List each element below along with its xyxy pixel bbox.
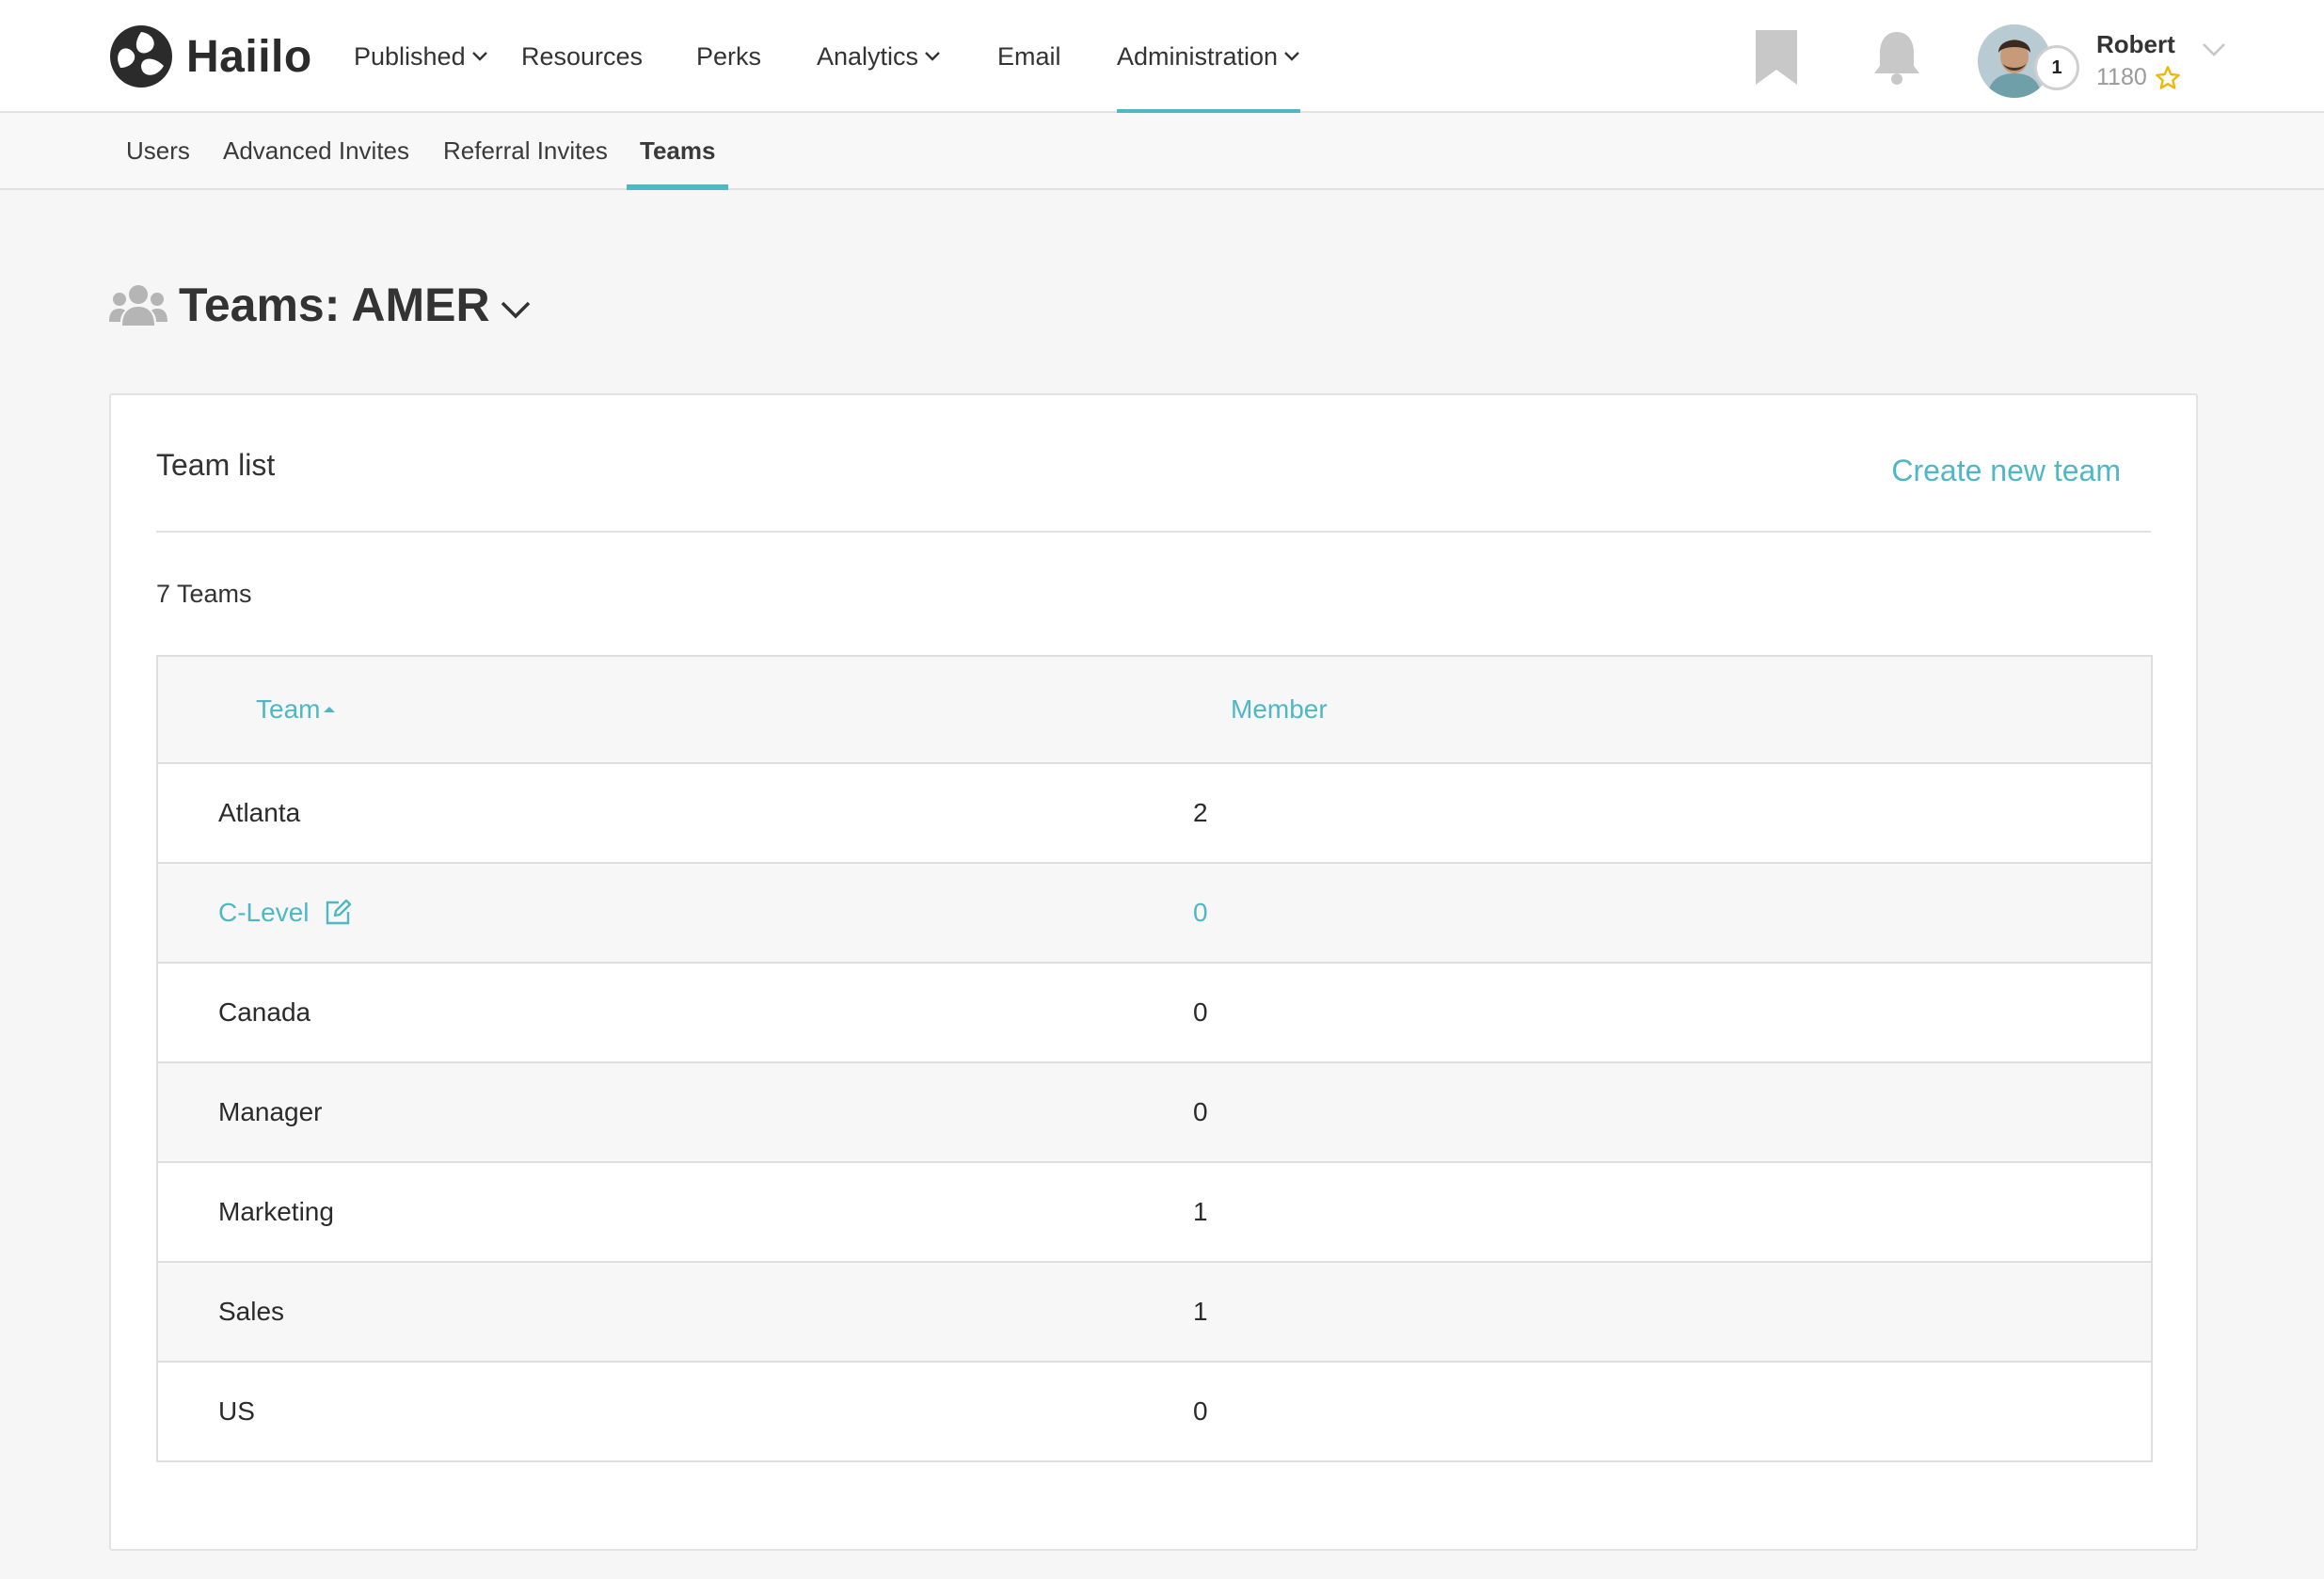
subnav-referral-invites[interactable]: Referral Invites [443, 113, 608, 188]
member-count: 0 [1193, 898, 1208, 927]
team-column-label: Team [256, 694, 321, 724]
page-header: Teams: AMER [109, 275, 532, 335]
team-name[interactable]: C-Level [218, 898, 309, 928]
nav-analytics[interactable]: Analytics [817, 0, 941, 113]
nav-email[interactable]: Email [997, 0, 1061, 113]
create-new-team-button[interactable]: Create new team [1891, 454, 2121, 488]
table-row[interactable]: US 0 [158, 1363, 2151, 1460]
bookmark-icon[interactable] [1756, 30, 1797, 85]
user-name[interactable]: Robert [2096, 30, 2175, 59]
sort-ascending-icon [324, 707, 336, 712]
chevron-down-icon [471, 52, 487, 61]
nav-administration-label: Administration [1117, 41, 1279, 71]
user-points: 1180 [2096, 64, 2181, 91]
logo-wordmark: Haiilo [186, 31, 312, 82]
member-count: 0 [1193, 1396, 1208, 1426]
nav-resources-label: Resources [521, 41, 644, 71]
haiilo-logo[interactable]: Haiilo [109, 24, 312, 88]
user-menu-chevron-icon[interactable] [2202, 41, 2226, 58]
team-name-cell: C-Level [218, 864, 352, 962]
nav-email-label: Email [997, 41, 1061, 71]
nav-resources[interactable]: Resources [521, 0, 643, 113]
team-list-card: Team list Create new team 7 Teams Team M… [109, 393, 2198, 1551]
chevron-down-icon [1284, 52, 1299, 61]
table-row[interactable]: C-Level 0 [158, 864, 2151, 964]
team-name[interactable]: Canada [218, 964, 310, 1061]
member-column-header[interactable]: Member [1231, 657, 1328, 762]
star-icon [2155, 65, 2180, 89]
team-name[interactable]: Marketing [218, 1163, 334, 1261]
member-count: 0 [1193, 1097, 1208, 1126]
page-title: Teams: AMER [179, 279, 490, 331]
subnav-teams[interactable]: Teams [626, 113, 729, 190]
card-title: Team list [156, 448, 276, 482]
team-count: 7 Teams [156, 580, 252, 608]
table-row[interactable]: Canada 0 [158, 964, 2151, 1063]
nav-published-label: Published [354, 41, 466, 71]
nav-perks-label: Perks [696, 41, 762, 71]
nav-perks[interactable]: Perks [696, 0, 761, 113]
team-name[interactable]: Sales [218, 1263, 284, 1361]
nav-published[interactable]: Published [354, 0, 488, 113]
user-points-value: 1180 [2096, 64, 2147, 90]
user-avatar[interactable]: 1 [1978, 24, 2079, 98]
teams-table: Team Member Atlanta 2 C-Level 0 Canada 0… [156, 655, 2153, 1462]
sub-navigation-bar: Users Advanced Invites Referral Invites … [0, 113, 2324, 190]
edit-icon[interactable] [324, 899, 352, 927]
subnav-users[interactable]: Users [126, 113, 190, 188]
table-row[interactable]: Marketing 1 [158, 1163, 2151, 1263]
team-selector-chevron-icon[interactable] [500, 299, 532, 320]
level-badge: 1 [2034, 45, 2079, 90]
table-row[interactable]: Manager 0 [158, 1063, 2151, 1163]
team-name[interactable]: US [218, 1363, 255, 1460]
team-name[interactable]: Manager [218, 1063, 323, 1161]
member-count: 1 [1193, 1197, 1208, 1226]
subnav-advanced-invites[interactable]: Advanced Invites [223, 113, 409, 188]
haiilo-logo-icon [110, 25, 172, 88]
card-divider [156, 531, 2151, 533]
chevron-down-icon [925, 52, 940, 61]
nav-analytics-label: Analytics [817, 41, 919, 71]
member-column-label: Member [1231, 694, 1328, 724]
team-name[interactable]: Atlanta [218, 764, 300, 862]
nav-administration[interactable]: Administration [1117, 0, 1301, 115]
users-group-icon [109, 285, 167, 326]
table-header: Team Member [158, 657, 2151, 764]
member-count: 1 [1193, 1297, 1208, 1326]
table-row[interactable]: Atlanta 2 [158, 764, 2151, 864]
team-column-header[interactable]: Team [256, 657, 337, 762]
member-count: 0 [1193, 997, 1208, 1027]
table-row[interactable]: Sales 1 [158, 1263, 2151, 1363]
bell-icon[interactable] [1872, 30, 1921, 87]
member-count: 2 [1193, 798, 1208, 827]
top-navigation-bar: Haiilo Published Resources Perks Analyti… [0, 0, 2324, 115]
